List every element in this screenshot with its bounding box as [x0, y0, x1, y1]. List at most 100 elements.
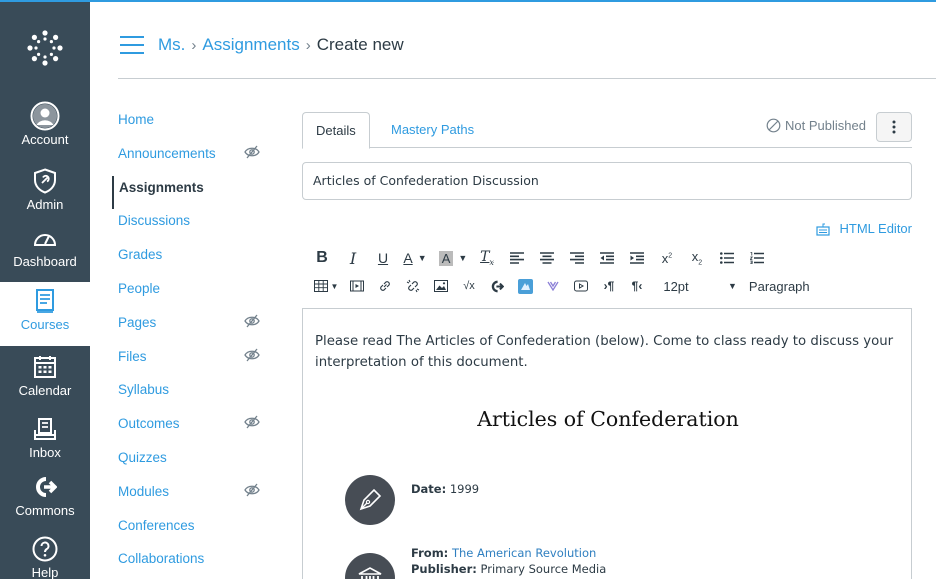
course-nav-modules[interactable]: Modules: [112, 480, 272, 514]
tab-mastery-paths[interactable]: Mastery Paths: [378, 112, 487, 148]
hamburger-menu-icon[interactable]: [120, 36, 144, 54]
align-left-button[interactable]: [504, 246, 530, 270]
global-nav-account[interactable]: Account: [0, 97, 90, 155]
course-nav-people[interactable]: People: [112, 277, 272, 311]
youtube-button[interactable]: [568, 274, 594, 298]
block-format-select[interactable]: ▼ Paragraph: [728, 274, 848, 298]
course-nav-collaborations[interactable]: Collaborations: [112, 547, 272, 579]
unlink-icon: [406, 279, 420, 293]
ltr-button[interactable]: ›¶: [596, 274, 622, 298]
course-nav-grades[interactable]: Grades: [112, 243, 272, 277]
global-nav-admin[interactable]: Admin: [0, 162, 90, 220]
course-nav-label: Files: [118, 348, 147, 364]
tab-details[interactable]: Details: [302, 112, 370, 149]
assignment-title-input[interactable]: Articles of Confederation Discussion: [302, 162, 912, 200]
image-button[interactable]: [428, 274, 454, 298]
course-nav-conferences[interactable]: Conferences: [112, 514, 272, 548]
global-nav-help[interactable]: Help: [0, 530, 90, 579]
courses-book-icon: [34, 286, 56, 316]
avatar-icon: [30, 101, 60, 131]
html-editor-toggle[interactable]: HTML Editor: [815, 221, 912, 236]
course-nav-syllabus[interactable]: Syllabus: [112, 378, 272, 412]
numbered-list-button[interactable]: [744, 246, 770, 270]
source-meta: From: The American Revolution Publisher:…: [411, 545, 606, 577]
rtl-paragraph-icon: ¶‹: [631, 279, 643, 293]
more-options-button[interactable]: [876, 112, 912, 142]
course-nav-assignments[interactable]: Assignments: [112, 175, 272, 210]
publisher-label: Publisher:: [411, 562, 477, 576]
rtl-button[interactable]: ¶‹: [624, 274, 650, 298]
course-nav-quizzes[interactable]: Quizzes: [112, 446, 272, 480]
breadcrumb-assignments-link[interactable]: Assignments: [202, 35, 299, 55]
course-nav-label: Outcomes: [118, 416, 180, 432]
breadcrumb-course-link[interactable]: Ms.: [158, 35, 185, 55]
block-format-label: Paragraph: [748, 278, 810, 294]
commons-embed-button[interactable]: [484, 274, 510, 298]
editor-toolbar-row-2: ▼ √x ›¶ ¶‹ 12pt ▼ Paragraph: [310, 274, 848, 298]
outdent-button[interactable]: [594, 246, 620, 270]
equation-icon: √x: [463, 280, 475, 292]
course-nav-label: Home: [118, 112, 155, 127]
editor-toolbar-row-1: B I U A ▼ A ▼ Tx x2 x2: [310, 246, 770, 270]
font-size-select[interactable]: 12pt: [658, 274, 694, 298]
background-color-icon: A: [438, 250, 454, 266]
bullet-list-button[interactable]: [714, 246, 740, 270]
course-nav-pages[interactable]: Pages: [112, 311, 272, 345]
rich-content-editor[interactable]: Please read The Articles of Confederatio…: [302, 308, 912, 579]
clear-formatting-button[interactable]: Tx: [474, 246, 500, 270]
italic-button[interactable]: I: [340, 246, 366, 270]
align-right-button[interactable]: [564, 246, 590, 270]
align-right-icon: [570, 252, 584, 264]
global-nav-inbox[interactable]: Inbox: [0, 410, 90, 468]
page-header: Ms. › Assignments › Create new: [90, 0, 936, 79]
bold-button[interactable]: B: [310, 246, 334, 270]
course-nav-files[interactable]: Files: [112, 345, 272, 379]
course-nav-discussions[interactable]: Discussions: [112, 209, 272, 243]
course-nav-outcomes[interactable]: Outcomes: [112, 412, 272, 446]
align-center-button[interactable]: [534, 246, 560, 270]
publisher-value: Primary Source Media: [480, 562, 607, 576]
indent-button[interactable]: [624, 246, 650, 270]
numbered-list-icon: [750, 252, 764, 264]
subscript-button[interactable]: x2: [684, 246, 710, 270]
global-nav-commons[interactable]: Commons: [0, 468, 90, 526]
table-button[interactable]: ▼: [310, 274, 342, 298]
from-link[interactable]: The American Revolution: [452, 546, 596, 560]
dropdown-caret-icon: ▼: [417, 253, 427, 263]
course-nav-label: Conferences: [118, 517, 195, 533]
media-button[interactable]: [344, 274, 370, 298]
keyboard-icon: [815, 223, 830, 236]
assignment-tabs: Details Mastery Paths Not Published: [302, 112, 912, 149]
canvas-logo-icon[interactable]: [0, 2, 90, 94]
text-color-button[interactable]: A ▼: [398, 246, 432, 270]
vimeo-button[interactable]: [540, 274, 566, 298]
global-nav-calendar[interactable]: Calendar: [0, 348, 90, 406]
background-color-button[interactable]: A ▼: [436, 246, 470, 270]
underline-button[interactable]: U: [370, 246, 396, 270]
equation-button[interactable]: √x: [456, 274, 482, 298]
course-nav-announcements[interactable]: Announcements: [112, 142, 272, 176]
course-nav-home[interactable]: Home: [112, 108, 272, 142]
link-icon: [380, 281, 390, 291]
superscript-icon: x2: [661, 250, 673, 266]
superscript-button[interactable]: x2: [654, 246, 680, 270]
align-center-icon: [540, 252, 554, 264]
global-nav-label: Admin: [26, 197, 64, 212]
publish-status[interactable]: Not Published: [766, 118, 866, 133]
course-nav-label: Modules: [118, 483, 170, 499]
link-button[interactable]: [372, 274, 398, 298]
dropdown-caret-icon: ▼: [458, 253, 468, 263]
unlink-button[interactable]: [400, 274, 426, 298]
kebab-menu-icon: [892, 120, 896, 134]
global-nav-dashboard[interactable]: Dashboard: [0, 219, 90, 277]
apps-button[interactable]: [512, 274, 538, 298]
pen-nib-icon: [345, 475, 395, 525]
breadcrumb-separator-icon: ›: [305, 36, 311, 54]
media-icon: [350, 280, 364, 292]
global-nav-courses[interactable]: Courses: [0, 282, 90, 346]
bold-icon: B: [316, 249, 328, 266]
publish-status-label: Not Published: [785, 118, 866, 133]
bullet-list-icon: [720, 252, 734, 264]
global-nav-label: Commons: [15, 503, 75, 518]
dashboard-gauge-icon: [32, 223, 58, 253]
